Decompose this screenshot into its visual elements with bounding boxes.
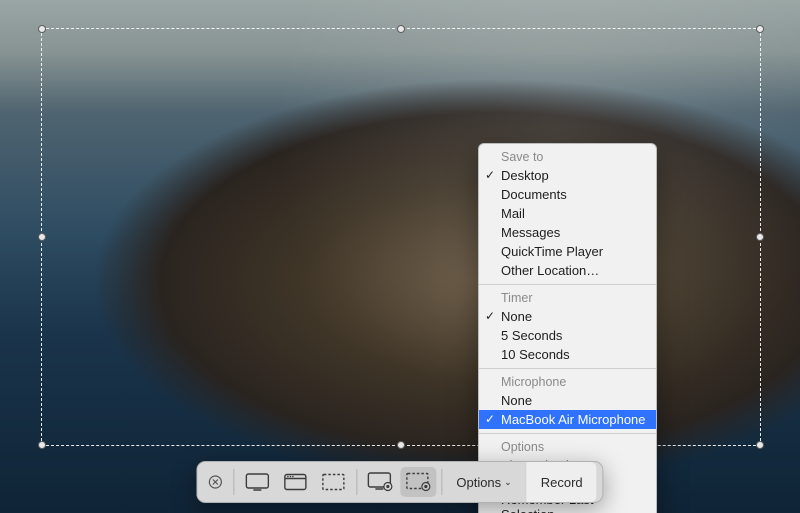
menu-item-label: 5 Seconds (501, 328, 562, 343)
handle-top-left[interactable] (38, 25, 46, 33)
window-icon (283, 473, 307, 491)
menu-item-quicktime[interactable]: QuickTime Player (479, 242, 656, 261)
check-icon: ✓ (485, 168, 495, 182)
close-button[interactable] (202, 467, 228, 497)
menu-item-timer-none[interactable]: ✓ None (479, 307, 656, 326)
record-button[interactable]: Record (526, 462, 597, 502)
menu-item-label: Mail (501, 206, 525, 221)
options-menu: Save to ✓ Desktop Documents Mail Messages… (478, 143, 657, 513)
menu-item-messages[interactable]: Messages (479, 223, 656, 242)
selection-icon (321, 473, 345, 491)
chevron-down-icon: ⌄ (504, 477, 512, 488)
toolbar-divider (356, 469, 357, 495)
capture-entire-screen-button[interactable] (239, 467, 275, 497)
menu-header-timer: Timer (479, 289, 656, 307)
menu-header-microphone: Microphone (479, 373, 656, 391)
screenshot-toolbar: Options ⌄ Record (196, 461, 603, 503)
toolbar-divider (233, 469, 234, 495)
record-selection-button[interactable] (400, 467, 436, 497)
menu-item-label: Messages (501, 225, 560, 240)
toolbar-divider (441, 469, 442, 495)
handle-bottom-right[interactable] (756, 441, 764, 449)
menu-separator (479, 368, 656, 369)
record-selection-icon (405, 472, 431, 492)
menu-item-other-location[interactable]: Other Location… (479, 261, 656, 280)
menu-item-mail[interactable]: Mail (479, 204, 656, 223)
handle-bottom-middle[interactable] (397, 441, 405, 449)
menu-item-label: QuickTime Player (501, 244, 603, 259)
check-icon: ✓ (485, 412, 495, 426)
menu-item-timer-10s[interactable]: 10 Seconds (479, 345, 656, 364)
capture-selection-button[interactable] (315, 467, 351, 497)
menu-item-timer-5s[interactable]: 5 Seconds (479, 326, 656, 345)
menu-separator (479, 284, 656, 285)
menu-item-label: MacBook Air Microphone (501, 412, 646, 427)
handle-middle-right[interactable] (756, 233, 764, 241)
menu-item-label: None (501, 309, 532, 324)
options-label: Options (456, 475, 501, 490)
menu-item-label: Desktop (501, 168, 549, 183)
record-label: Record (541, 475, 583, 490)
menu-item-mic-none[interactable]: None (479, 391, 656, 410)
handle-bottom-left[interactable] (38, 441, 46, 449)
handle-middle-left[interactable] (38, 233, 46, 241)
record-entire-screen-button[interactable] (362, 467, 398, 497)
close-icon (208, 475, 222, 489)
menu-header-save-to: Save to (479, 148, 656, 166)
menu-item-label: 10 Seconds (501, 347, 570, 362)
screen-icon (245, 473, 269, 491)
menu-separator (479, 433, 656, 434)
menu-item-label: Documents (501, 187, 567, 202)
menu-item-documents[interactable]: Documents (479, 185, 656, 204)
check-icon: ✓ (485, 309, 495, 323)
menu-item-desktop[interactable]: ✓ Desktop (479, 166, 656, 185)
record-screen-icon (367, 472, 393, 492)
menu-item-label: None (501, 393, 532, 408)
menu-item-label: Other Location… (501, 263, 599, 278)
menu-item-mic-macbook-air[interactable]: ✓ MacBook Air Microphone (479, 410, 656, 429)
handle-top-right[interactable] (756, 25, 764, 33)
desktop-wallpaper: Save to ✓ Desktop Documents Mail Messages… (0, 0, 800, 513)
menu-header-options: Options (479, 438, 656, 456)
options-button[interactable]: Options ⌄ (446, 467, 521, 497)
handle-top-middle[interactable] (397, 25, 405, 33)
capture-window-button[interactable] (277, 467, 313, 497)
